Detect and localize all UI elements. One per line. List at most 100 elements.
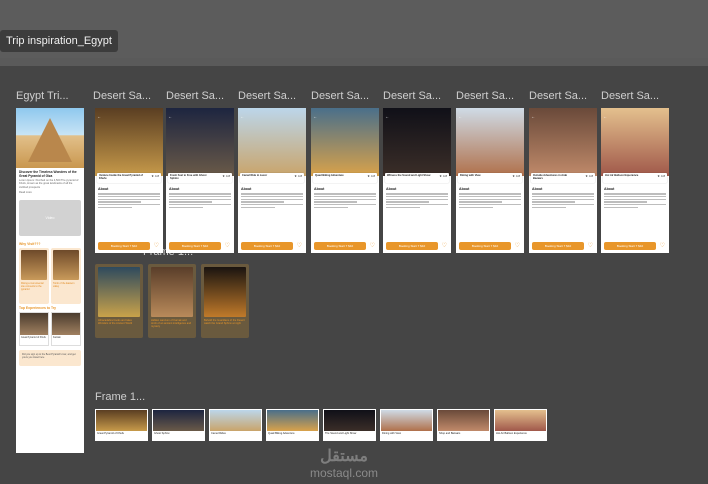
back-arrow-icon[interactable]: ← (240, 114, 244, 119)
activity-rating: ★ 4.8 (294, 174, 302, 178)
inspiration-card[interactable]: Abracadabra books and tales Wonders of t… (95, 264, 143, 338)
thumbnail-card[interactable]: Hot Air Balloon Experience (494, 409, 547, 441)
booking-button[interactable]: Booking Start 7 $10 (169, 242, 221, 250)
why-visit-card-text: Tomb of the Eastern valley (53, 281, 75, 288)
activity-card[interactable]: ← Quad Biking Adventure ★ 4.8 About Booking … (311, 108, 379, 253)
booking-button[interactable]: Booking Start 7 $10 (241, 242, 293, 250)
thumbnail-card[interactable]: Quad Biking Adventure (266, 409, 319, 441)
main-heading: Discover the Timeless Wonders of the Gre… (19, 170, 77, 178)
thumbnail-image (495, 410, 546, 431)
frame-label-main[interactable]: Egypt Tri... (16, 90, 86, 102)
experience-tile[interactable]: Great Pyramid of Khufu (19, 311, 49, 346)
frame-label-desert-5[interactable]: Desert Sa... (383, 90, 447, 102)
thumbnail-label: Quad Biking Adventure (268, 432, 295, 435)
heart-icon[interactable]: ♡ (225, 242, 230, 250)
thumbnail-image (210, 410, 261, 431)
about-text (166, 193, 234, 209)
activity-card[interactable]: ← Witness the Sound and Light Show ★ 4.8 Ab… (383, 108, 451, 253)
activity-card[interactable]: ← Outside Adventures in Arab Bazaars ★ 4.8… (529, 108, 597, 253)
thumbnail-label: Great Pyramid of Khufu (97, 432, 125, 435)
activity-caption: Witness the Sound and Light Show ★ 4.8 (385, 173, 449, 183)
about-heading: About (459, 187, 470, 191)
activity-caption: Venture Inside the Great Pyramid of Khuf… (97, 173, 161, 183)
activity-card[interactable]: ← Venture Inside the Great Pyramid of Khu… (95, 108, 163, 253)
activity-caption: Quad Biking Adventure ★ 4.8 (313, 173, 377, 183)
frame-label-desert-1[interactable]: Desert Sa... (93, 90, 157, 102)
thumbnail-card[interactable]: Ghost Sphinx (152, 409, 205, 441)
read-more-link[interactable]: Read more (16, 190, 84, 195)
booking-button[interactable]: Booking Start 7 $10 (532, 242, 584, 250)
activity-card[interactable]: ← Camel Ride in Luxor ★ 4.8 About Booking St… (238, 108, 306, 253)
about-text (529, 193, 597, 209)
frame-label-desert-2[interactable]: Desert Sa... (166, 90, 230, 102)
back-arrow-icon[interactable]: ← (531, 114, 535, 119)
watermark-url: mostaql.com (310, 466, 379, 480)
back-arrow-icon[interactable]: ← (97, 114, 101, 119)
why-visit-card[interactable]: Rising a monumental site connects to the… (19, 247, 49, 304)
thumbnail-card[interactable]: Dining with View (380, 409, 433, 441)
about-heading: About (241, 187, 252, 191)
watermark-arabic: مستقل (320, 448, 368, 465)
frame-label-row[interactable]: Frame 1... (95, 391, 155, 403)
activity-card[interactable]: ← Hot Air Balloon Experience ★ 4.8 About Boo… (601, 108, 669, 253)
activity-rating: ★ 4.8 (151, 174, 159, 178)
activity-caption: Outside Adventures in Arab Bazaars ★ 4.8 (531, 173, 595, 183)
frame-label-desert-7[interactable]: Desert Sa... (529, 90, 593, 102)
thumbnail-label: Shop and Bazaars (439, 432, 461, 435)
back-arrow-icon[interactable]: ← (603, 114, 607, 119)
back-arrow-icon[interactable]: ← (458, 114, 462, 119)
about-heading: About (532, 187, 543, 191)
thumbnail-card[interactable]: Great Pyramid of Khufu (95, 409, 148, 441)
booking-button[interactable]: Booking Start 7 $10 (604, 242, 656, 250)
frame-label-desert-8[interactable]: Desert Sa... (601, 90, 665, 102)
thumbnail-label: Hot Air Balloon Experience (496, 432, 527, 435)
experience-tile-label: Karnak (53, 335, 61, 339)
inspiration-text: Behold the Guardians of the Desert watch… (204, 319, 245, 326)
frame-label-desert-6[interactable]: Desert Sa... (456, 90, 520, 102)
booking-button[interactable]: Booking Start 7 $10 (386, 242, 438, 250)
activity-card[interactable]: ← Dining with View ★ 4.8 About Booking Start… (456, 108, 524, 253)
activity-name: Venture Inside the Great Pyramid of Khuf… (99, 174, 143, 181)
heart-icon[interactable]: ♡ (154, 242, 159, 250)
inspiration-card[interactable]: Behold the Guardians of the Desert watch… (201, 264, 249, 338)
about-heading: About (169, 187, 180, 191)
booking-button[interactable]: Booking Start 7 $10 (98, 242, 150, 250)
frame-label-desert-3[interactable]: Desert Sa... (238, 90, 302, 102)
thumbnail-image (324, 410, 375, 431)
heart-icon[interactable]: ♡ (588, 242, 593, 250)
frame-label-desert-4[interactable]: Desert Sa... (311, 90, 375, 102)
inspiration-card[interactable]: Hidden sanctum of Karnak and tomb of an … (148, 264, 196, 338)
activity-rating: ★ 4.8 (439, 174, 447, 178)
back-arrow-icon[interactable]: ← (313, 114, 317, 119)
thumbnail-label: Ghost Sphinx (154, 432, 170, 435)
activity-rating: ★ 4.8 (222, 174, 230, 178)
activity-photo: ← (238, 108, 306, 176)
booking-button[interactable]: Booking Start 7 $10 (459, 242, 511, 250)
activity-photo: ← (601, 108, 669, 176)
inspiration-image (204, 267, 246, 317)
heart-icon[interactable]: ♡ (297, 242, 302, 250)
thumbnail-label: Camel Rides (211, 432, 226, 435)
why-visit-card[interactable]: Tomb of the Eastern valley (51, 247, 81, 304)
heart-icon[interactable]: ♡ (660, 242, 665, 250)
heart-icon[interactable]: ♡ (370, 242, 375, 250)
back-arrow-icon[interactable]: ← (168, 114, 172, 119)
video-label: Video (45, 215, 55, 220)
activity-card[interactable]: ← Fresh Feel to Free with Ghost Sphinx ★ 4… (166, 108, 234, 253)
inspiration-text: Abracadabra books and tales Wonders of t… (98, 319, 133, 326)
activity-caption: Fresh Feel to Free with Ghost Sphinx ★ 4.… (168, 173, 232, 183)
thumbnail-card[interactable]: The Sound and Light Show (323, 409, 376, 441)
activity-name: Witness the Sound and Light Show (387, 174, 431, 177)
activity-rating: ★ 4.8 (512, 174, 520, 178)
thumbnail-card[interactable]: Camel Rides (209, 409, 262, 441)
heart-icon[interactable]: ♡ (515, 242, 520, 250)
main-phone-frame[interactable]: Discover the Timeless Wonders of the Gre… (16, 108, 84, 453)
why-visit-card-text: Rising a monumental site connects to the… (21, 281, 44, 291)
back-arrow-icon[interactable]: ← (385, 114, 389, 119)
board-title[interactable]: Trip inspiration_Egypt (0, 30, 118, 52)
booking-button[interactable]: Booking Start 7 $10 (314, 242, 366, 250)
heart-icon[interactable]: ♡ (442, 242, 447, 250)
video-placeholder[interactable]: Video (19, 199, 81, 236)
experience-tile[interactable]: Karnak (51, 311, 81, 346)
thumbnail-card[interactable]: Shop and Bazaars (437, 409, 490, 441)
